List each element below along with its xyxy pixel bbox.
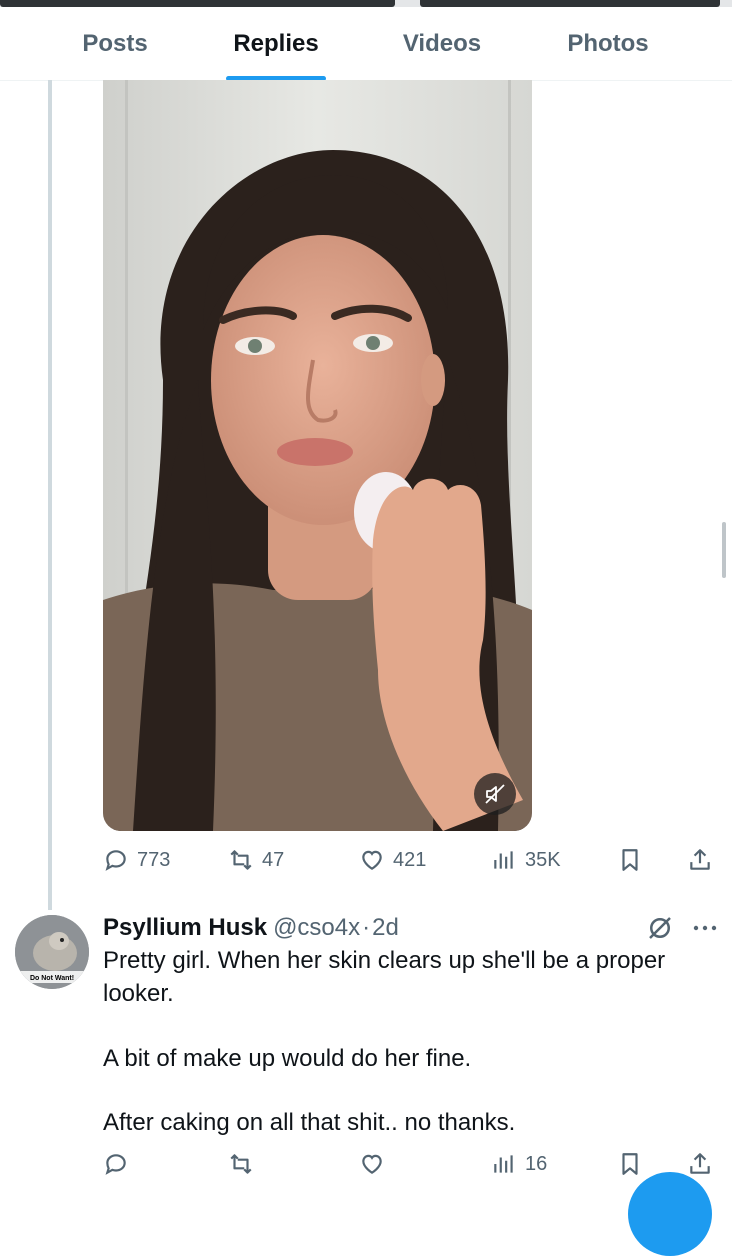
reply-button[interactable]: 773 [103, 840, 170, 880]
top-strip-segment [420, 0, 720, 7]
user-handle[interactable]: @cso4x [273, 914, 360, 942]
profile-tabs: Posts Replies Videos Photos [0, 7, 732, 81]
reply-icon [105, 1154, 126, 1175]
tab-posts[interactable]: Posts [35, 7, 195, 80]
bookmark-icon [622, 849, 638, 871]
reply-paragraph: After caking on all that shit.. no thank… [103, 1109, 516, 1136]
reply-button[interactable] [103, 1144, 129, 1184]
repost-icon [230, 850, 252, 870]
views-icon [494, 1155, 513, 1173]
more-options-button[interactable] [690, 913, 720, 943]
tab-label: Photos [567, 29, 649, 57]
views-icon [494, 851, 513, 869]
views-button[interactable]: 16 [491, 1144, 547, 1184]
avatar-image: Do Not Want! [15, 915, 89, 989]
top-strip-segment [0, 0, 395, 7]
mute-icon [485, 784, 505, 804]
share-button[interactable] [687, 840, 713, 880]
share-icon [690, 849, 710, 870]
reply-paragraph: A bit of make up would do her fine. [103, 1045, 472, 1072]
thread-connector-line [48, 80, 52, 910]
share-icon [690, 1153, 710, 1174]
scrollbar-thumb[interactable] [722, 522, 726, 578]
post-video[interactable] [103, 80, 532, 831]
display-name[interactable]: Psyllium Husk [103, 914, 267, 942]
like-count: 421 [393, 848, 427, 871]
bookmark-icon [622, 1153, 638, 1175]
tab-label: Posts [82, 29, 148, 57]
more-icon [693, 925, 717, 931]
repost-button[interactable]: 47 [228, 840, 284, 880]
video-frame [103, 80, 532, 831]
tab-photos[interactable]: Photos [528, 7, 688, 80]
views-button[interactable]: 35K [491, 840, 561, 880]
reply-icon [105, 850, 126, 871]
timestamp[interactable]: 2d [372, 914, 399, 942]
grok-button[interactable] [645, 913, 675, 943]
views-count: 16 [525, 1152, 548, 1175]
bookmark-button[interactable] [617, 840, 643, 880]
reply-paragraph: Pretty girl. When her skin clears up she… [103, 947, 666, 1007]
mute-toggle[interactable] [474, 773, 516, 815]
repost-button[interactable] [228, 1144, 254, 1184]
reply-actions: 16 [103, 1144, 718, 1184]
like-button[interactable] [359, 1144, 385, 1184]
bookmark-button[interactable] [617, 1144, 643, 1184]
views-count: 35K [525, 848, 561, 871]
svg-text:Do Not Want!: Do Not Want! [30, 975, 74, 982]
top-progress-strip [0, 0, 732, 7]
repost-count: 47 [262, 848, 285, 871]
repost-icon [230, 1154, 252, 1174]
grok-icon [649, 917, 671, 939]
tab-label: Videos [402, 29, 482, 57]
compose-fab-button[interactable] [628, 1172, 712, 1256]
like-icon [362, 1154, 382, 1174]
tab-label: Replies [233, 29, 319, 57]
tab-replies[interactable]: Replies [196, 7, 356, 81]
like-button[interactable]: 421 [359, 840, 426, 880]
post-actions: 773 47 421 35K [103, 840, 718, 880]
separator: · [362, 914, 371, 941]
tab-videos[interactable]: Videos [362, 7, 522, 80]
like-icon [362, 850, 382, 870]
reply-header: Psyllium Husk @cso4x · 2d [103, 910, 399, 946]
reply-count: 773 [137, 848, 171, 871]
avatar[interactable]: Do Not Want! [15, 915, 89, 989]
